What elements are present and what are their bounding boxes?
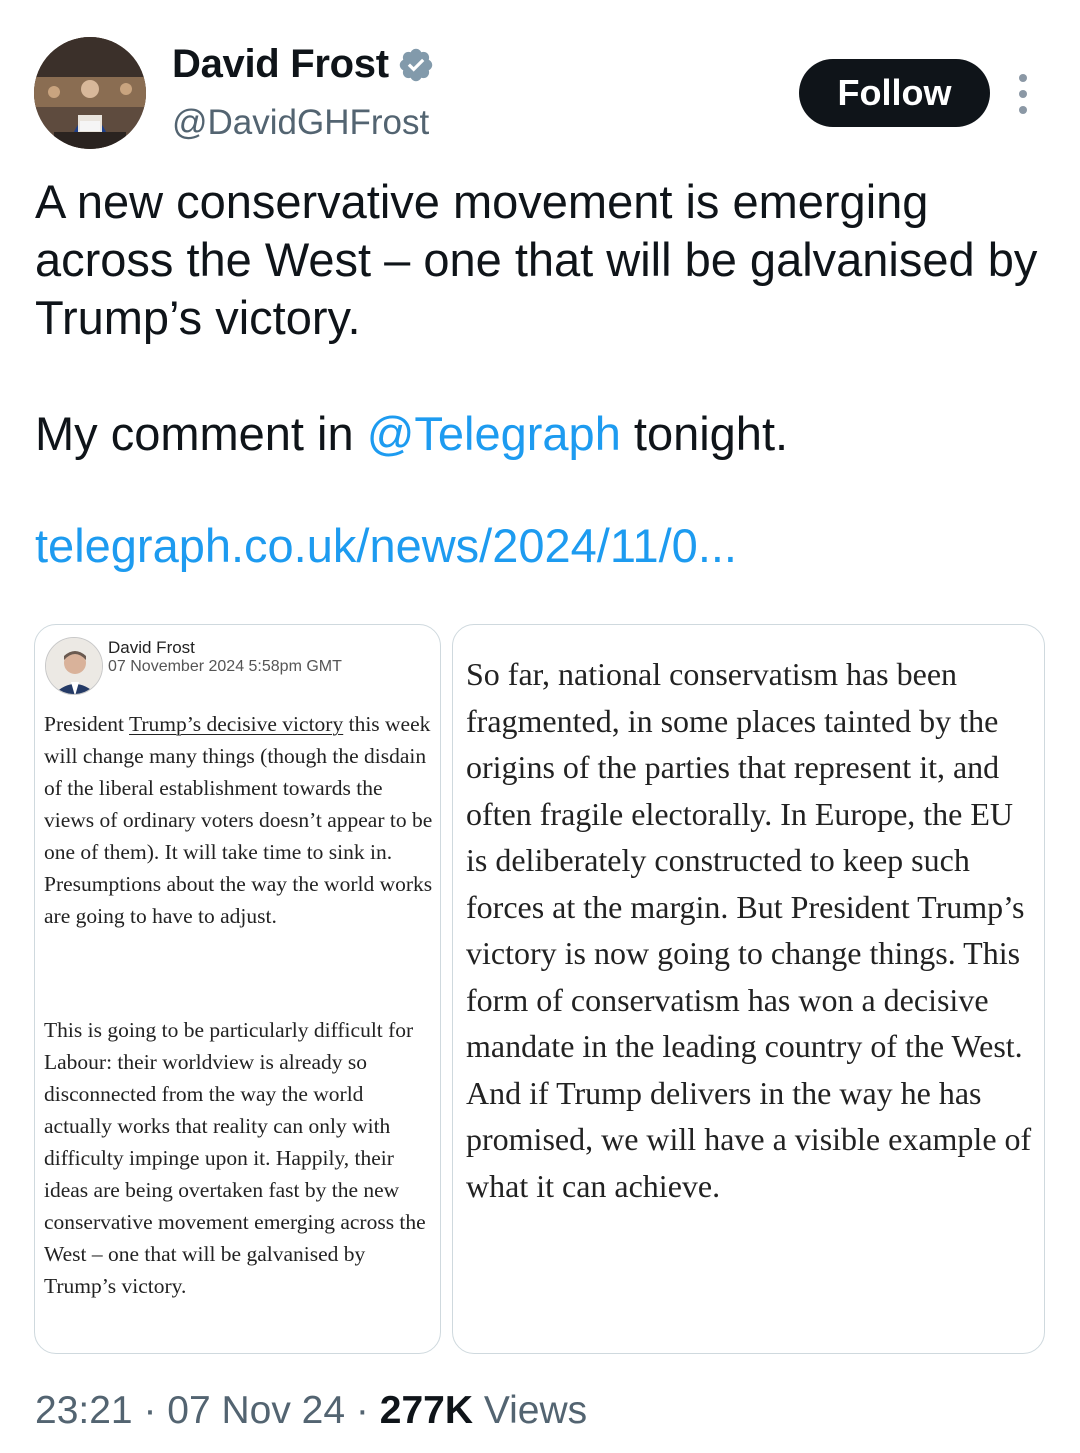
- tweet-url-row: telegraph.co.uk/news/2024/11/0...: [35, 517, 1045, 575]
- tweet-text-line1: A new conservative movement is emerging …: [35, 175, 1038, 344]
- tweet-text-line2: My comment in @Telegraph tonight.: [35, 405, 1045, 463]
- mention-link[interactable]: @Telegraph: [367, 407, 621, 460]
- tweet-body: A new conservative movement is emerging …: [35, 173, 1045, 575]
- article-paragraph-2: This is going to be particularly difficu…: [44, 1018, 426, 1298]
- verified-badge-icon: [399, 48, 432, 81]
- profile-avatar[interactable]: [34, 37, 146, 149]
- avatar-photo-icon: [34, 37, 146, 149]
- byline-avatar: [45, 637, 103, 695]
- byline-name: David Frost: [108, 638, 195, 657]
- tweet-date[interactable]: 07 Nov 24: [167, 1389, 345, 1432]
- author-name[interactable]: David Frost: [172, 42, 389, 87]
- author-name-row[interactable]: David Frost: [172, 42, 435, 87]
- tweet-text-line2-before: My comment in: [35, 407, 367, 460]
- follow-button[interactable]: Follow: [799, 59, 990, 127]
- tweet-metadata: 23:21 · 07 Nov 24 · 277K Views: [35, 1389, 587, 1433]
- more-dot: [1019, 106, 1027, 114]
- more-dot: [1019, 74, 1027, 82]
- more-dot: [1019, 90, 1027, 98]
- byline-photo-icon: [46, 638, 102, 694]
- media-image-right[interactable]: So far, national conservatism has been f…: [452, 624, 1045, 1354]
- meta-separator: ·: [345, 1389, 380, 1432]
- author-handle[interactable]: @DavidGHFrost: [172, 103, 429, 143]
- article-paragraph-1: President Trump’s decisive victory this …: [44, 708, 436, 932]
- byline-date: 07 November 2024 5:58pm GMT: [108, 658, 342, 675]
- tweet-blank-line: [35, 463, 1045, 521]
- tweet-time[interactable]: 23:21: [35, 1389, 133, 1432]
- meta-separator: ·: [132, 1389, 168, 1432]
- tweet-header: David Frost @DavidGHFrost Follow: [0, 0, 1080, 160]
- more-vertical-icon[interactable]: [1008, 74, 1038, 114]
- article-link[interactable]: telegraph.co.uk/news/2024/11/0...: [35, 519, 737, 572]
- article-inline-link: Trump’s decisive victory: [129, 712, 344, 736]
- tweet-blank-line: [35, 347, 1045, 405]
- tweet-text-line2-after: tonight.: [620, 407, 789, 460]
- views-label: Views: [472, 1389, 588, 1432]
- para1-before: President: [44, 712, 130, 736]
- para1-after: this week will change many things (thoug…: [44, 712, 433, 928]
- views-count: 277K: [379, 1389, 473, 1432]
- media-image-left[interactable]: David Frost 07 November 2024 5:58pm GMT …: [34, 624, 441, 1354]
- article-excerpt: So far, national conservatism has been f…: [466, 656, 1032, 1204]
